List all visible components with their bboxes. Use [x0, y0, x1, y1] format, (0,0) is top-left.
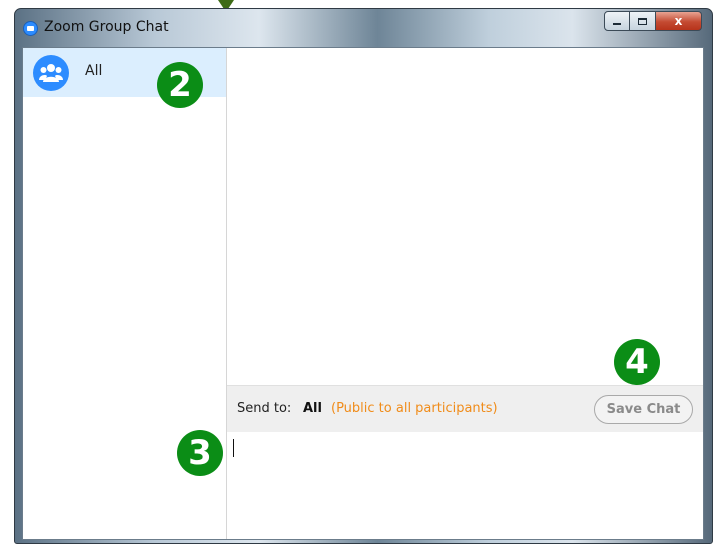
callout-badge: 2: [157, 62, 203, 108]
title-bar: Zoom Group Chat x: [15, 9, 712, 47]
window-title: Zoom Group Chat: [44, 19, 169, 35]
close-icon: x: [674, 14, 683, 28]
send-to-recipient[interactable]: All: [303, 401, 322, 416]
close-button[interactable]: x: [656, 11, 702, 31]
window-controls: x: [604, 11, 702, 33]
group-icon: [33, 55, 69, 91]
chat-message-input[interactable]: [227, 432, 703, 539]
chat-client-area: All Send to: All (Public to all particip…: [22, 47, 704, 540]
callout-badge: 4: [614, 339, 660, 385]
send-to-label: Send to:: [237, 401, 292, 416]
message-area: [227, 48, 703, 385]
minimize-icon: [613, 23, 621, 25]
minimize-button[interactable]: [604, 11, 630, 31]
zoom-app-icon: [23, 21, 38, 36]
send-to-bar: Send to: All (Public to all participants…: [227, 385, 703, 432]
callout-badge: 3: [177, 430, 223, 476]
maximize-button[interactable]: [630, 11, 656, 31]
chat-window: Zoom Group Chat x All Send to: All (Publ…: [14, 8, 713, 544]
maximize-icon: [638, 17, 647, 25]
visibility-note: (Public to all participants): [331, 401, 498, 416]
save-chat-button[interactable]: Save Chat: [594, 395, 693, 424]
sidebar-item-label: All: [85, 63, 103, 79]
text-caret: [233, 439, 234, 457]
